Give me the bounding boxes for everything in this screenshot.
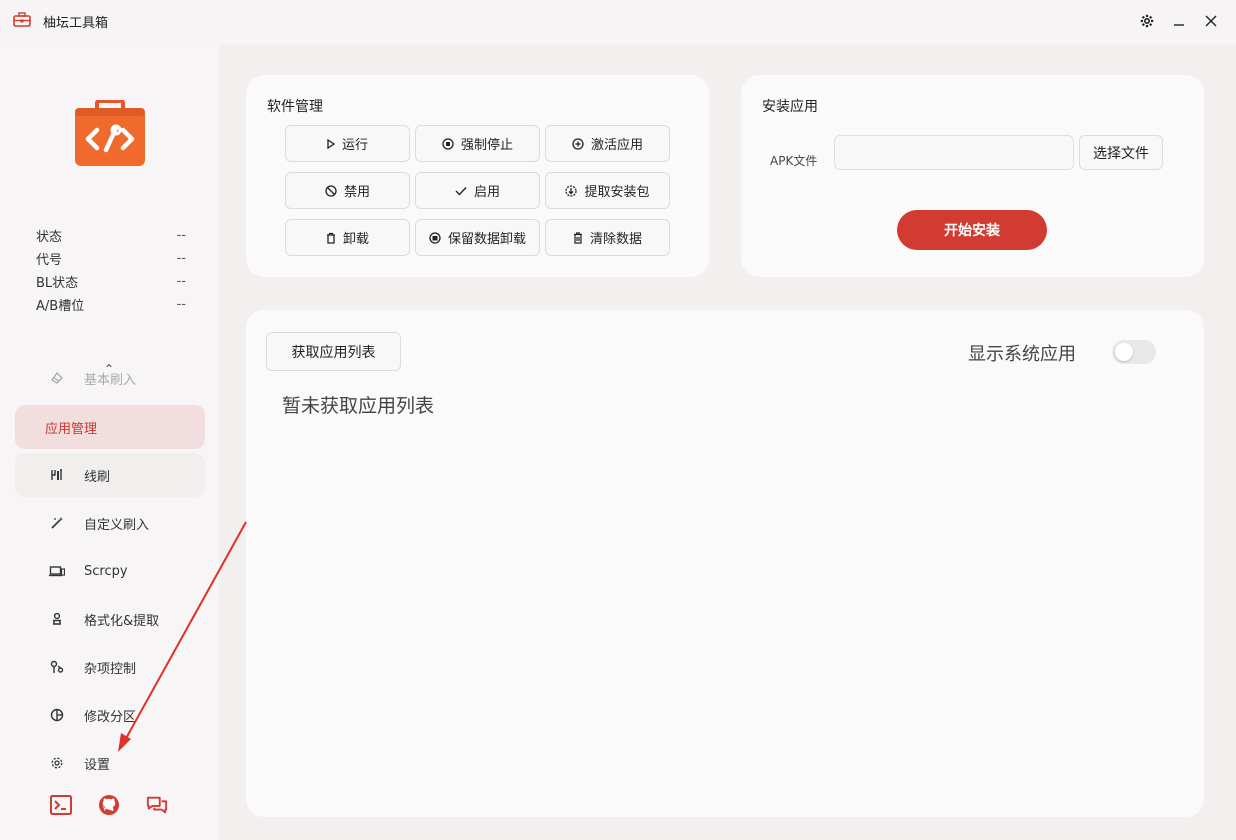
toggle-knob (1115, 343, 1133, 361)
status-row: 状态 -- (36, 228, 186, 245)
choose-file-button[interactable]: 选择文件 (1079, 135, 1163, 170)
close-icon[interactable] (1201, 11, 1221, 31)
sidebar-item-line-flash[interactable]: 线刷 (15, 453, 205, 497)
activate-app-button[interactable]: 激活应用 (545, 125, 670, 162)
flash-icon (49, 370, 65, 386)
download-circle-icon (565, 184, 578, 197)
run-button[interactable]: 运行 (285, 125, 410, 162)
show-system-apps-label: 显示系统应用 (968, 344, 1076, 365)
status-row: A/B槽位 -- (36, 297, 186, 314)
card-title: 软件管理 (267, 99, 323, 115)
github-icon[interactable] (98, 794, 120, 816)
person-icon (49, 611, 65, 627)
sidebar-item-misc-control[interactable]: 杂项控制 (15, 645, 205, 689)
sidebar-item-settings[interactable]: 设置 (15, 741, 205, 785)
show-system-apps-toggle[interactable] (1112, 340, 1156, 364)
sidebar: 状态 -- 代号 -- BL状态 -- A/B槽位 -- ⌃ 基本刷入 应用管理 线刷 … (0, 44, 219, 840)
sidebar-item-modify-partition[interactable]: 修改分区 (15, 693, 205, 737)
status-row: BL状态 -- (36, 274, 186, 291)
plus-circle-icon (572, 137, 584, 150)
get-app-list-button[interactable]: 获取应用列表 (266, 332, 401, 371)
install-app-card: 安装应用 APK文件 选择文件 开始安装 (741, 75, 1204, 277)
force-stop-button[interactable]: 强制停止 (415, 125, 540, 162)
trash-icon (326, 232, 336, 244)
sidebar-item-app-manage[interactable]: 应用管理 (15, 405, 205, 449)
title-bar: 柚坛工具箱 (0, 0, 1236, 44)
check-icon (455, 186, 467, 196)
tools-icon (49, 467, 65, 483)
play-icon (327, 138, 335, 149)
minimize-icon[interactable] (1169, 11, 1189, 31)
uninstall-button[interactable]: 卸载 (285, 219, 410, 256)
device-status: 状态 -- 代号 -- BL状态 -- A/B槽位 -- (36, 224, 186, 316)
app-title: 柚坛工具箱 (43, 16, 109, 31)
disable-button[interactable]: 禁用 (285, 172, 410, 209)
screen-mirror-icon (49, 563, 65, 579)
apk-file-input[interactable] (834, 135, 1074, 170)
archive-circle-icon (429, 231, 441, 244)
sidebar-item-custom-flash[interactable]: 自定义刷入 (15, 501, 205, 545)
sidebar-item-format-extract[interactable]: 格式化&提取 (15, 597, 205, 641)
empty-list-text: 暂未获取应用列表 (282, 395, 435, 417)
card-title: 安装应用 (762, 99, 818, 115)
app-list-card: 获取应用列表 显示系统应用 暂未获取应用列表 (246, 310, 1204, 817)
apk-file-label: APK文件 (770, 154, 818, 168)
keep-data-uninstall-button[interactable]: 保留数据卸载 (415, 219, 540, 256)
gear-icon (49, 755, 65, 771)
sidebar-item-basic-flash[interactable]: 基本刷入 (15, 356, 205, 400)
trash-icon (573, 231, 583, 244)
gear-icon[interactable] (1137, 11, 1157, 31)
status-row: 代号 -- (36, 251, 186, 268)
wand-icon (49, 515, 65, 531)
software-manage-card: 软件管理 运行 强制停止 激活应用 禁用 启用 提取安装包 卸载 保留数据卸载 … (246, 75, 709, 277)
terminal-icon[interactable] (50, 794, 72, 816)
chat-icon[interactable] (146, 794, 168, 816)
app-logo (75, 99, 145, 166)
start-install-button[interactable]: 开始安装 (897, 210, 1047, 250)
enable-button[interactable]: 启用 (415, 172, 540, 209)
sidebar-item-scrcpy[interactable]: Scrcpy (15, 549, 205, 593)
pie-chart-icon (49, 707, 65, 723)
stop-circle-icon (442, 137, 454, 150)
clear-data-button[interactable]: 清除数据 (545, 219, 670, 256)
sidebar-footer (50, 794, 168, 816)
ban-icon (325, 184, 337, 197)
extract-apk-button[interactable]: 提取安装包 (545, 172, 670, 209)
toolbox-icon (13, 12, 31, 28)
wrench-icon (49, 659, 65, 675)
